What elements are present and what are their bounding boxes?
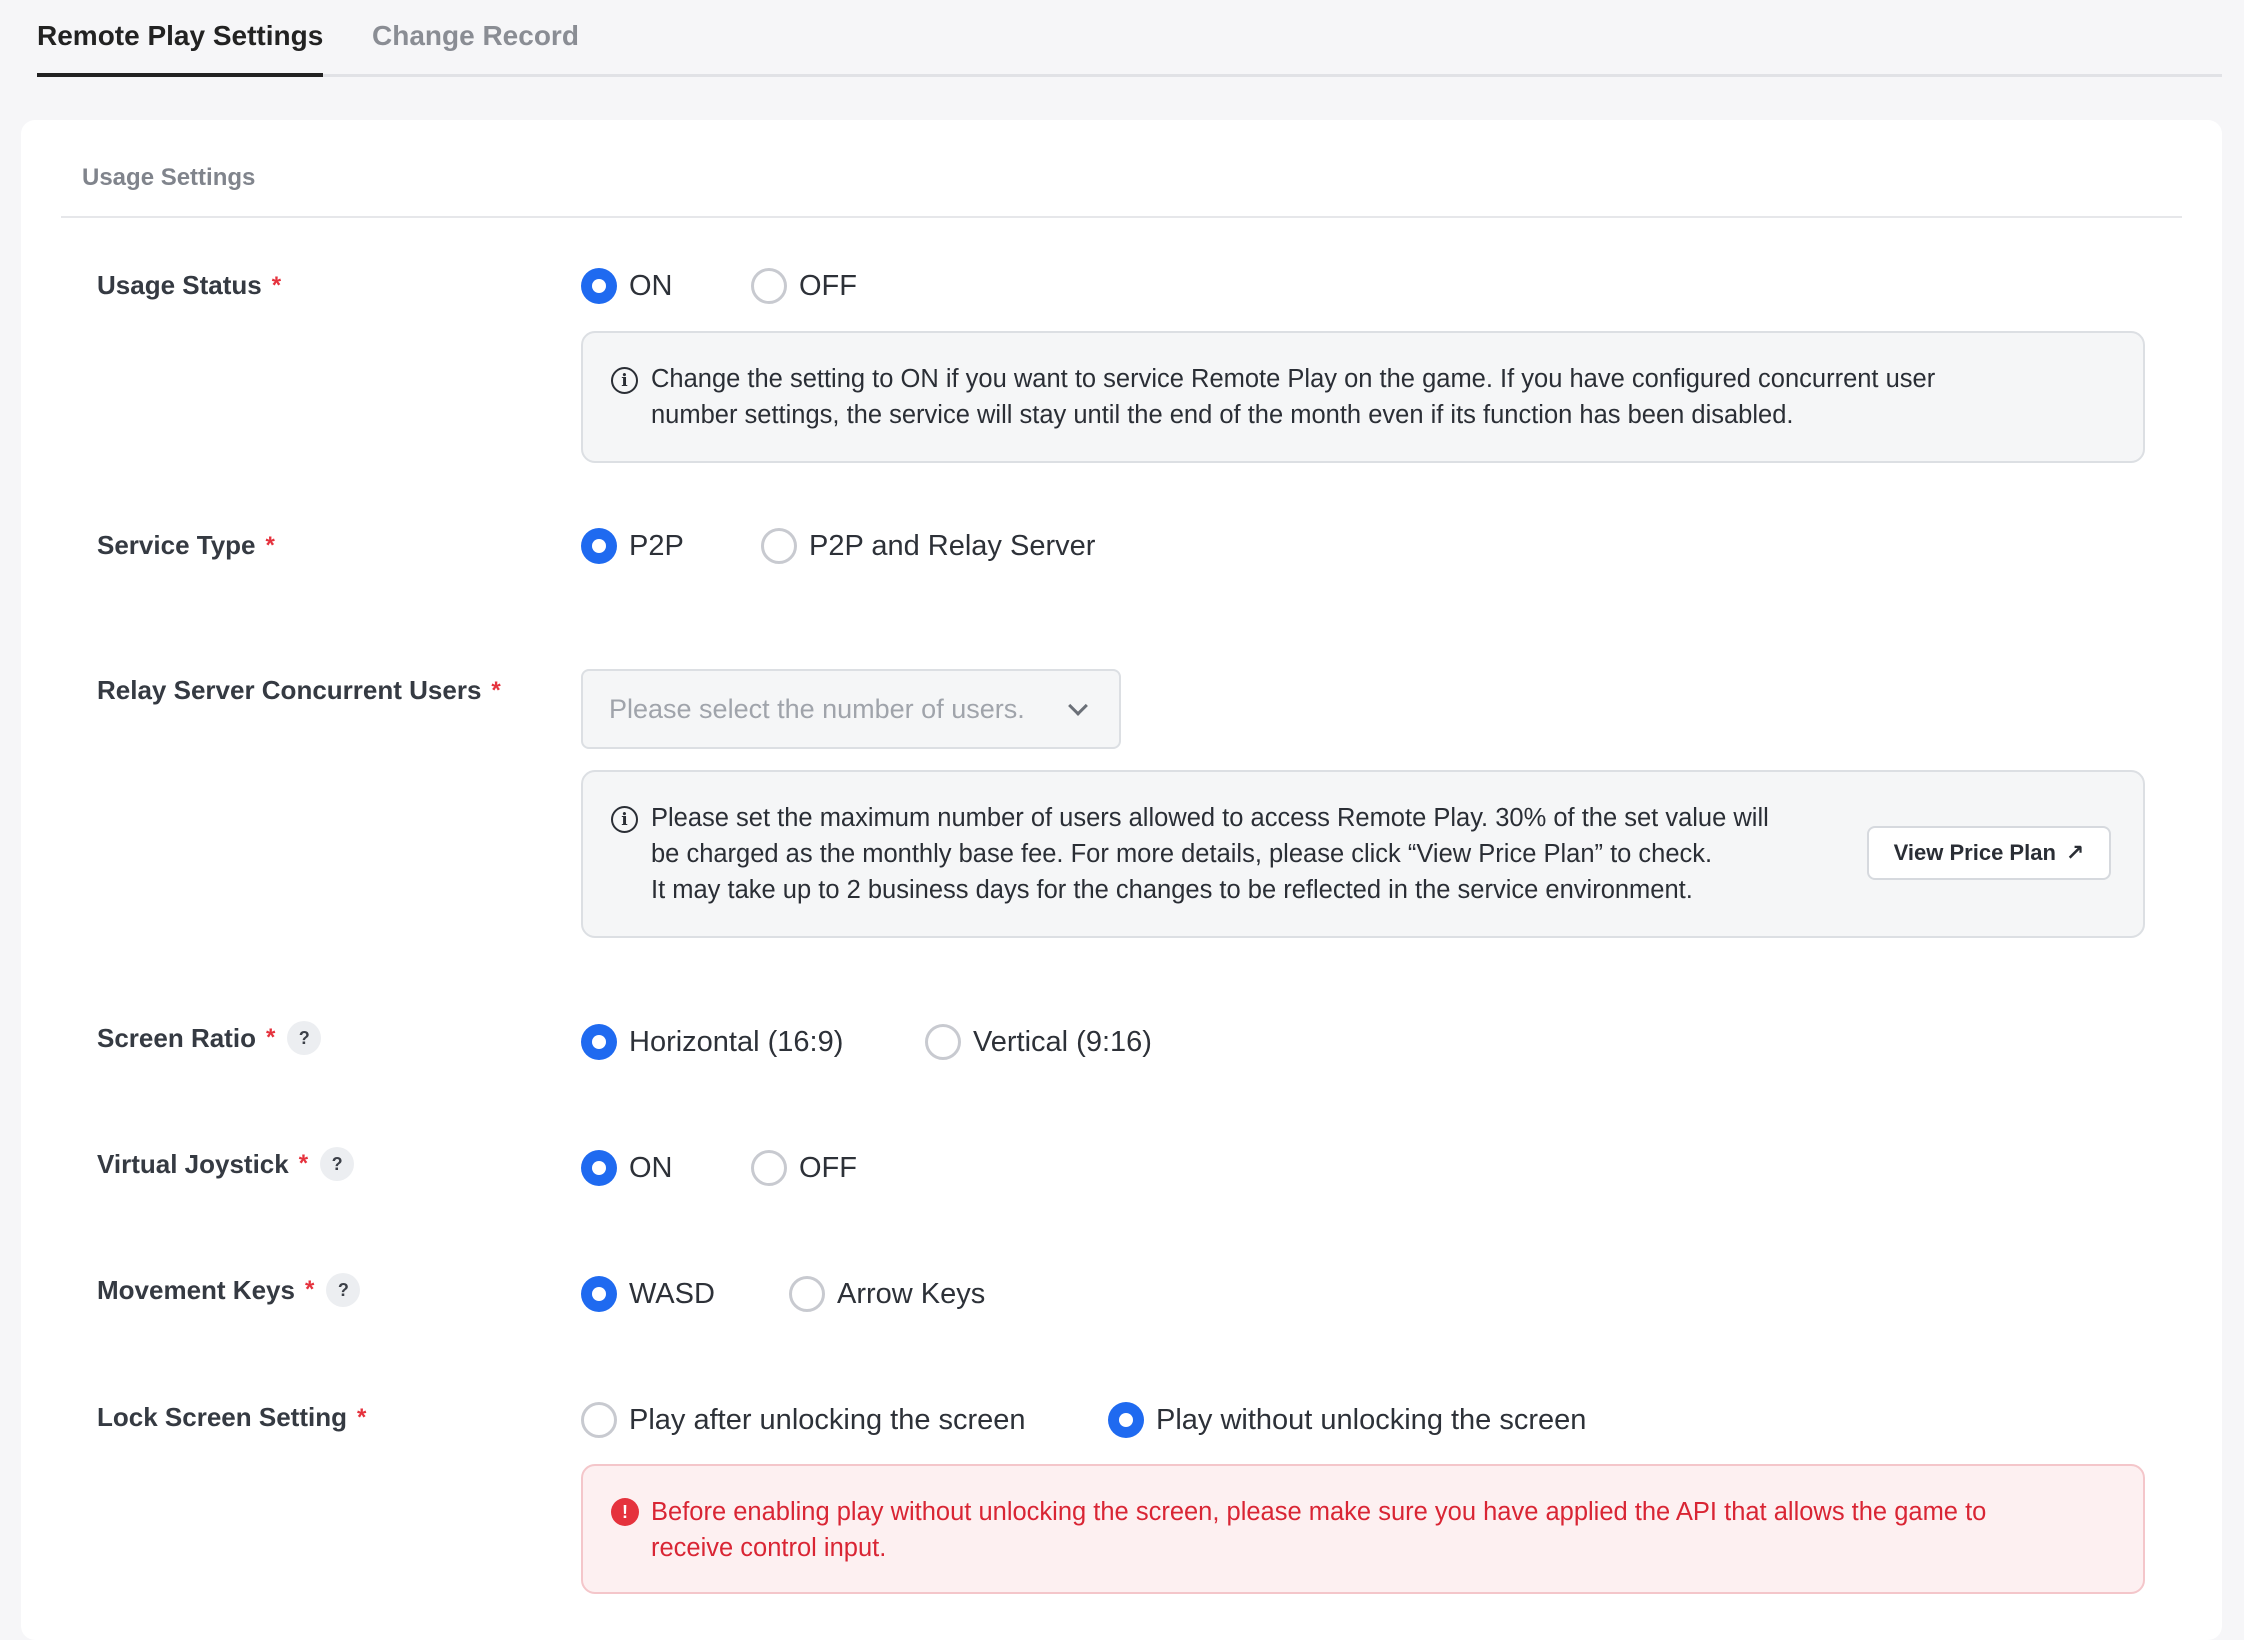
radio-selected-icon — [1108, 1402, 1144, 1438]
exclamation-circle-icon: ! — [611, 1498, 639, 1526]
radio-selected-icon — [581, 1024, 617, 1060]
radio-unselected-icon — [751, 268, 787, 304]
section-divider — [61, 216, 2182, 218]
usage-status-label: Usage Status * — [97, 270, 282, 300]
lock-screen-no-unlock-radio[interactable]: Play without unlocking the screen — [1108, 1402, 1586, 1438]
tab-bar: Remote Play Settings Change Record — [37, 0, 2222, 77]
service-type-label: Service Type * — [97, 530, 275, 560]
section-title: Usage Settings — [82, 164, 256, 191]
relay-users-info-box: i Please set the maximum number of users… — [581, 770, 2145, 938]
lock-screen-unlock-radio[interactable]: Play after unlocking the screen — [581, 1402, 1026, 1438]
required-mark: * — [304, 1276, 315, 1303]
arrow-up-right-icon: ↗ — [2065, 840, 2085, 865]
radio-unselected-icon — [925, 1024, 961, 1060]
radio-unselected-icon — [789, 1276, 825, 1312]
radio-unselected-icon — [751, 1150, 787, 1186]
info-circle-icon: i — [611, 367, 638, 394]
required-mark: * — [298, 1150, 309, 1177]
radio-selected-icon — [581, 268, 617, 304]
virtual-joystick-on-radio[interactable]: ON — [581, 1150, 673, 1186]
relay-users-info-text: Please set the maximum number of users a… — [651, 804, 1769, 904]
tab-remote-play-settings[interactable]: Remote Play Settings — [37, 20, 324, 77]
required-mark: * — [265, 531, 275, 559]
view-price-plan-button[interactable]: View Price Plan ↗ — [1867, 826, 2111, 880]
service-type-p2p-radio[interactable]: P2P — [581, 528, 684, 564]
required-mark: * — [265, 1024, 276, 1051]
movement-keys-wasd-radio[interactable]: WASD — [581, 1276, 715, 1312]
virtual-joystick-off-radio[interactable]: OFF — [751, 1150, 857, 1186]
relay-users-label: Relay Server Concurrent Users * — [97, 675, 501, 705]
lock-screen-warning-box: ! Before enabling play without unlocking… — [581, 1464, 2145, 1594]
screen-ratio-vertical-radio[interactable]: Vertical (9:16) — [925, 1024, 1152, 1060]
tab-change-record[interactable]: Change Record — [372, 20, 579, 77]
radio-unselected-icon — [761, 528, 797, 564]
service-type-relay-radio[interactable]: P2P and Relay Server — [761, 528, 1095, 564]
radio-selected-icon — [581, 1150, 617, 1186]
lock-screen-label: Lock Screen Setting * — [97, 1402, 367, 1432]
screen-ratio-horizontal-radio[interactable]: Horizontal (16:9) — [581, 1024, 843, 1060]
movement-keys-arrow-radio[interactable]: Arrow Keys — [789, 1276, 985, 1312]
help-icon[interactable]: ? — [320, 1147, 355, 1181]
help-icon[interactable]: ? — [287, 1021, 322, 1055]
usage-status-info-box: i Change the setting to ON if you want t… — [581, 331, 2145, 463]
relay-users-select[interactable]: Please select the number of users. — [581, 669, 1121, 749]
chevron-down-icon — [1068, 696, 1088, 716]
usage-status-on-radio[interactable]: ON — [581, 268, 673, 304]
radio-unselected-icon — [581, 1402, 617, 1438]
radio-selected-icon — [581, 1276, 617, 1312]
radio-selected-icon — [581, 528, 617, 564]
settings-card: Usage Settings Usage Status * ON OFF i C… — [21, 120, 2222, 1640]
movement-keys-label: Movement Keys * ? — [97, 1273, 361, 1307]
screen-ratio-label: Screen Ratio * ? — [97, 1021, 322, 1055]
virtual-joystick-label: Virtual Joystick * ? — [97, 1147, 355, 1181]
required-mark: * — [491, 676, 501, 704]
usage-status-info-text: Change the setting to ON if you want to … — [651, 365, 1936, 429]
help-icon[interactable]: ? — [326, 1273, 361, 1307]
required-mark: * — [271, 271, 282, 299]
info-circle-icon: i — [611, 806, 638, 833]
lock-screen-warning-text: Before enabling play without unlocking t… — [651, 1498, 1987, 1562]
usage-status-off-radio[interactable]: OFF — [751, 268, 857, 304]
required-mark: * — [356, 1403, 367, 1431]
